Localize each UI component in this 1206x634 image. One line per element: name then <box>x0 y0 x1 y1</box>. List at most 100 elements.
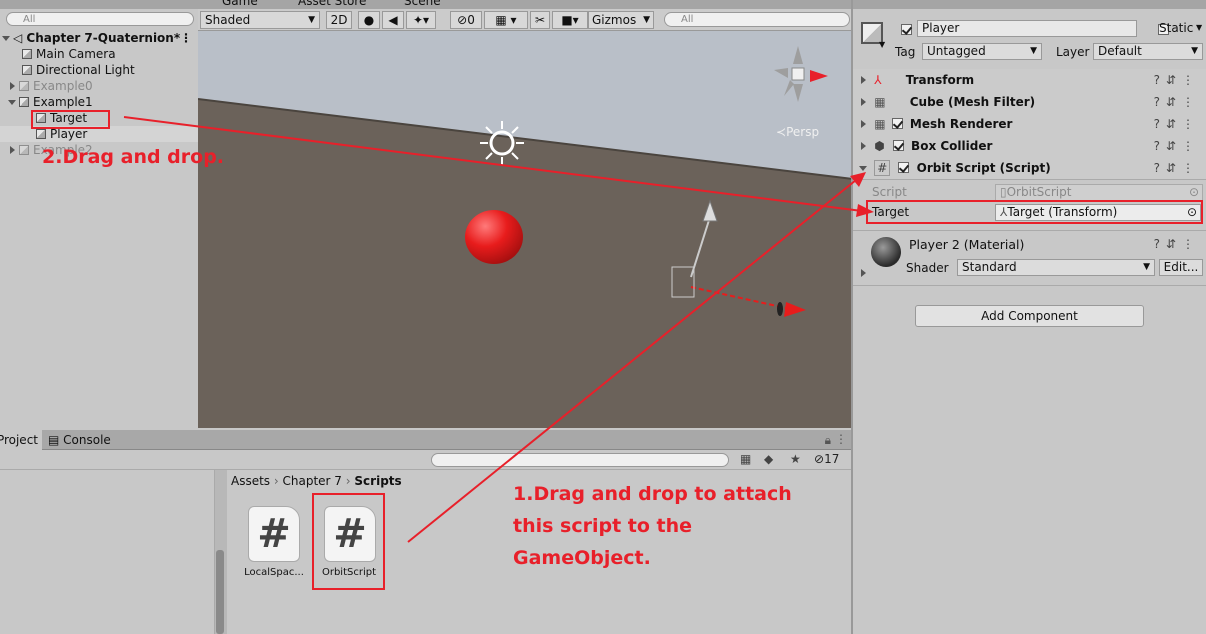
component-actions[interactable]: ?⇵⋮ <box>1154 69 1200 91</box>
scene-viewport[interactable]: ≺Persp <box>198 31 853 428</box>
component-transform[interactable]: ⅄ Transform ?⇵⋮ <box>853 69 1206 92</box>
object-picker-icon: ⊙ <box>1188 185 1199 199</box>
unity-scene-icon: ◁ <box>13 31 23 45</box>
target-sphere[interactable] <box>465 210 523 264</box>
button-label: Edit... <box>1163 260 1199 274</box>
inspector-tab[interactable] <box>853 0 1206 9</box>
gameobject-icon <box>22 65 32 75</box>
gizmos-dropdown[interactable]: Gizmos ▼ <box>588 11 654 29</box>
hierarchy-item-main-camera[interactable]: Main Camera <box>0 46 116 62</box>
component-actions[interactable]: ?⇵⋮ <box>1154 157 1200 179</box>
collapse-arrow-icon[interactable] <box>859 166 867 171</box>
tools-toggle-icon[interactable]: ✂ <box>530 11 550 29</box>
hierarchy-search-input[interactable]: All <box>6 12 194 26</box>
layer-dropdown[interactable]: Default ▼ <box>1093 43 1203 60</box>
tag-dropdown[interactable]: Untagged ▼ <box>922 43 1042 60</box>
component-mesh-filter[interactable]: ▦ Cube (Mesh Filter) ?⇵⋮ <box>853 91 1206 114</box>
tab-asset-store[interactable]: Asset Store <box>298 0 366 8</box>
component-actions[interactable]: ?⇵⋮ <box>1154 135 1200 157</box>
breadcrumb-scripts[interactable]: Scripts <box>354 474 401 488</box>
hidden-packages-toggle[interactable]: ⊘17 <box>814 452 839 466</box>
hierarchy-item-example0[interactable]: Example0 <box>0 78 93 94</box>
filter-type-icon[interactable]: ▦ <box>740 452 751 466</box>
expand-arrow-icon[interactable] <box>861 76 866 84</box>
enabled-checkbox[interactable] <box>898 162 910 173</box>
audio-toggle-icon[interactable]: ◀ <box>382 11 404 29</box>
scene-name: Chapter 7-Quaternion* <box>26 31 181 45</box>
scrollbar-thumb[interactable] <box>216 550 224 634</box>
enabled-checkbox[interactable] <box>891 118 903 129</box>
search-placeholder: All <box>23 14 36 25</box>
lock-icon[interactable]: 🔒︎ <box>825 433 831 448</box>
tab-game[interactable]: Game <box>222 0 258 8</box>
component-actions[interactable]: ?⇵⋮ <box>1154 237 1200 251</box>
move-gizmo[interactable] <box>671 199 806 317</box>
dropdown-value: Gizmos <box>592 13 637 27</box>
expand-arrow-icon[interactable] <box>10 82 15 90</box>
perspective-icon: ≺ <box>776 125 787 139</box>
shader-dropdown[interactable]: Standard ▼ <box>957 259 1155 276</box>
active-checkbox[interactable] <box>901 24 912 35</box>
button-label: Add Component <box>981 309 1078 323</box>
target-highlight-box <box>31 110 110 129</box>
lighting-toggle-icon[interactable]: ● <box>358 11 380 29</box>
scene-search-input[interactable]: All <box>664 12 850 27</box>
hierarchy-item-directional-light[interactable]: Directional Light <box>0 62 135 78</box>
field-value: OrbitScript <box>1006 185 1072 199</box>
breadcrumb-assets[interactable]: Assets <box>231 474 270 488</box>
gameobject-icon <box>19 97 29 107</box>
chevron-down-icon[interactable]: ▼ <box>879 40 885 49</box>
edit-shader-button[interactable]: Edit... <box>1159 259 1203 276</box>
project-folder-tree[interactable] <box>0 470 227 634</box>
toggle-2d-button[interactable]: 2D <box>326 11 352 29</box>
component-actions[interactable]: ?⇵⋮ <box>1154 113 1200 135</box>
scene-canvas <box>198 31 853 317</box>
grid-icon: ▦ <box>874 95 886 109</box>
scene-root-row[interactable]: ◁ Chapter 7-Quaternion* ⋮ <box>0 30 200 46</box>
gameobject-icon <box>22 49 32 59</box>
dropdown-value: Default <box>1098 44 1142 58</box>
hierarchy-tab[interactable] <box>0 0 198 9</box>
expand-arrow-icon[interactable] <box>2 36 10 41</box>
object-name-input[interactable]: Player <box>917 20 1137 37</box>
menu-dots-icon[interactable]: ⋮ <box>180 30 192 46</box>
tab-scene[interactable]: Scene <box>404 0 441 8</box>
effects-toggle-icon[interactable]: ✦▾ <box>406 11 436 29</box>
expand-arrow-icon[interactable] <box>10 146 15 154</box>
grid-dropdown[interactable]: ▦ ▾ <box>484 11 528 29</box>
add-component-button[interactable]: Add Component <box>915 305 1144 327</box>
component-box-collider[interactable]: ⬢ Box Collider ?⇵⋮ <box>853 135 1206 158</box>
tab-console[interactable]: ▤ Console <box>48 430 111 450</box>
expand-arrow-icon[interactable] <box>861 120 866 128</box>
expand-arrow-icon[interactable] <box>861 142 866 150</box>
camera-dropdown[interactable]: ■▾ <box>552 11 588 29</box>
dropdown-value: Shaded <box>205 13 251 27</box>
script-file-icon: ▯ <box>1000 185 1007 199</box>
component-actions[interactable]: ?⇵⋮ <box>1154 91 1200 113</box>
shading-mode-dropdown[interactable]: Shaded ▼ <box>200 11 320 29</box>
annotation-step2: 2.Drag and drop. <box>42 146 224 168</box>
asset-localspace[interactable]: # LocalSpac... <box>243 506 305 586</box>
tab-project[interactable]: Project <box>0 430 42 450</box>
expand-arrow-icon[interactable] <box>861 98 866 106</box>
breadcrumb-chapter7[interactable]: Chapter 7 <box>283 474 342 488</box>
scene-toolbar: Shaded ▼ 2D ● ◀ ✦▾ ⊘0 ▦ ▾ ✂ ■▾ Gizmos ▼ Al… <box>198 9 853 31</box>
menu-dots-icon[interactable]: ⋮ <box>835 432 847 446</box>
script-hash-icon: # <box>874 160 891 176</box>
component-orbit-script[interactable]: # Orbit Script (Script) ?⇵⋮ <box>853 157 1206 180</box>
static-dropdown-icon[interactable]: ▼ <box>1196 23 1202 32</box>
component-mesh-renderer[interactable]: ▦ Mesh Renderer ?⇵⋮ <box>853 113 1206 136</box>
hierarchy-item-example1[interactable]: Example1 <box>0 94 93 110</box>
favorite-star-icon[interactable]: ★ <box>790 452 801 466</box>
expand-arrow-icon[interactable] <box>861 269 866 277</box>
dropdown-value: Standard <box>962 260 1017 274</box>
sky <box>198 31 853 179</box>
tab-label: Console <box>63 433 111 447</box>
perspective-label[interactable]: ≺Persp <box>776 125 819 139</box>
project-search-input[interactable] <box>431 453 729 467</box>
hidden-objects-toggle[interactable]: ⊘0 <box>450 11 482 29</box>
filter-label-icon[interactable]: ◆ <box>764 452 773 466</box>
chevron-down-icon: ▼ <box>1030 46 1037 56</box>
enabled-checkbox[interactable] <box>892 140 904 151</box>
expand-arrow-icon[interactable] <box>8 100 16 105</box>
